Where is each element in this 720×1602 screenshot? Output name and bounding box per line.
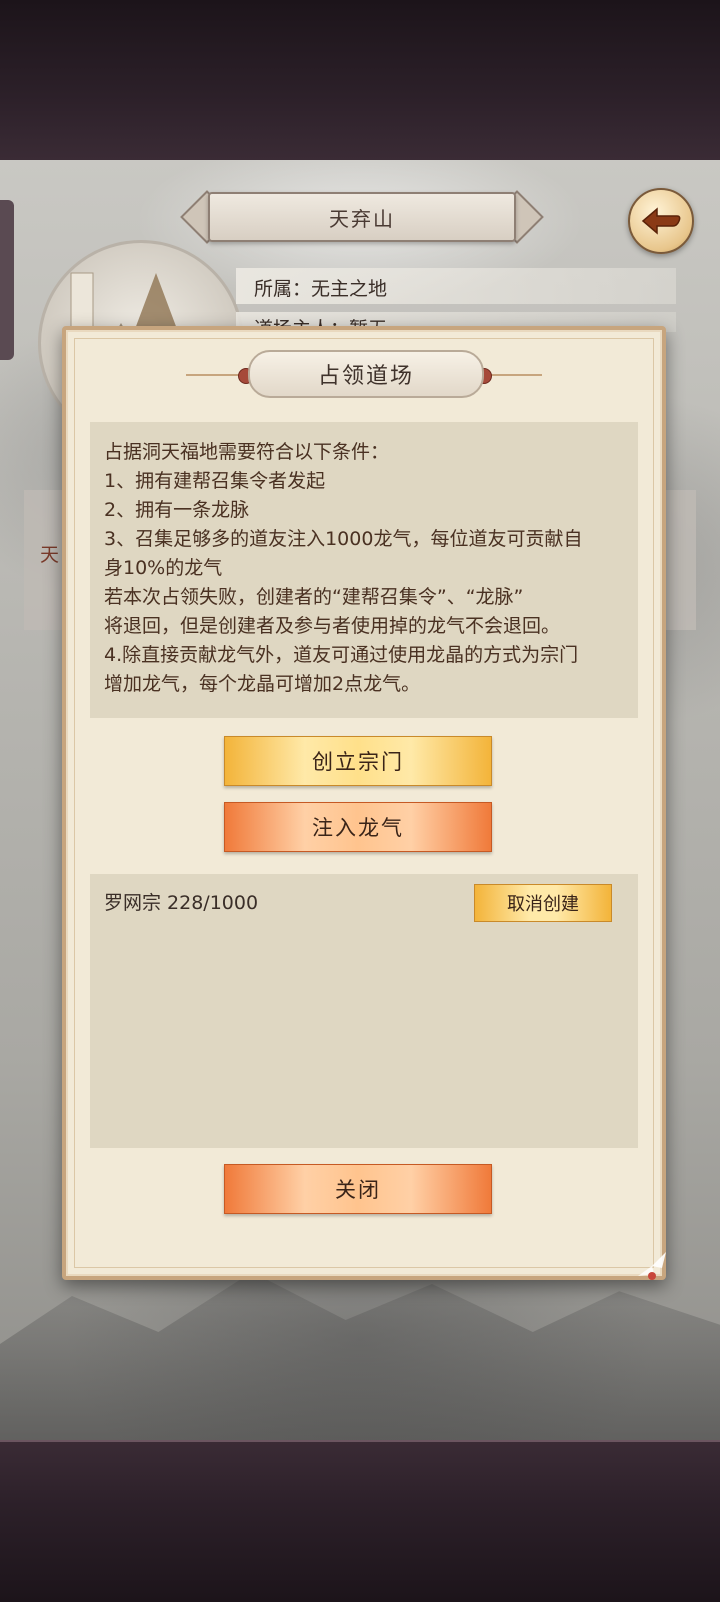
back-button[interactable] [628, 188, 694, 254]
rules-text: 占据洞天福地需要符合以下条件： 1、拥有建帮召集令者发起 2、拥有一条龙脉 3、… [104, 438, 630, 699]
create-sect-button[interactable]: 创立宗门 [224, 736, 492, 786]
rules-panel: 占据洞天福地需要符合以下条件： 1、拥有建帮召集令者发起 2、拥有一条龙脉 3、… [90, 422, 638, 718]
sect-list-panel: 罗网宗 228/1000 取消创建 [90, 874, 638, 1148]
rule-line: 身10%的龙气 [104, 557, 223, 579]
flower-ornament-icon [638, 1252, 666, 1280]
dialog-title-plate: 占领道场 [248, 350, 484, 398]
top-frame-bar [0, 0, 720, 162]
inject-qi-button[interactable]: 注入龙气 [224, 802, 492, 852]
rule-line: 1、拥有建帮召集令者发起 [104, 470, 326, 492]
sect-name-progress: 罗网宗 228/1000 [104, 892, 259, 914]
location-belongs-text: 所属：无主之地 [254, 278, 388, 300]
rule-line: 3、召集足够多的道友注入1000龙气，每位道友可贡献自 [104, 528, 583, 550]
rule-line: 若本次占领失败，创建者的“建帮召集令”、“龙脉” [104, 586, 524, 608]
rule-line: 将退回，但是创建者及参与者使用掉的龙气不会退回。 [104, 615, 561, 637]
cancel-create-button[interactable]: 取消创建 [474, 884, 612, 922]
rule-line: 占据洞天福地需要符合以下条件： [104, 441, 390, 463]
rule-line: 增加龙气，每个龙晶可增加2点龙气。 [104, 673, 421, 695]
rule-line: 4.除直接贡献龙气外，道友可通过使用龙晶的方式为宗门 [104, 644, 579, 666]
back-arrow-icon [641, 207, 681, 235]
close-button[interactable]: 关闭 [224, 1164, 492, 1214]
dialog-title: 占领道场 [317, 364, 414, 389]
list-item: 罗网宗 228/1000 取消创建 [90, 874, 638, 930]
location-belongs-strip: 所属：无主之地 [236, 268, 676, 304]
bottom-frame-bar [0, 1440, 720, 1602]
left-edge-tab[interactable] [0, 200, 14, 360]
rule-line: 2、拥有一条龙脉 [104, 499, 250, 521]
location-title: 天弃山 [329, 206, 395, 231]
occupy-dialog: 占领道场 占据洞天福地需要符合以下条件： 1、拥有建帮召集令者发起 2、拥有一条… [62, 326, 666, 1280]
location-title-banner: 天弃山 [208, 192, 516, 242]
side-card-left-label: 天 [40, 544, 60, 566]
